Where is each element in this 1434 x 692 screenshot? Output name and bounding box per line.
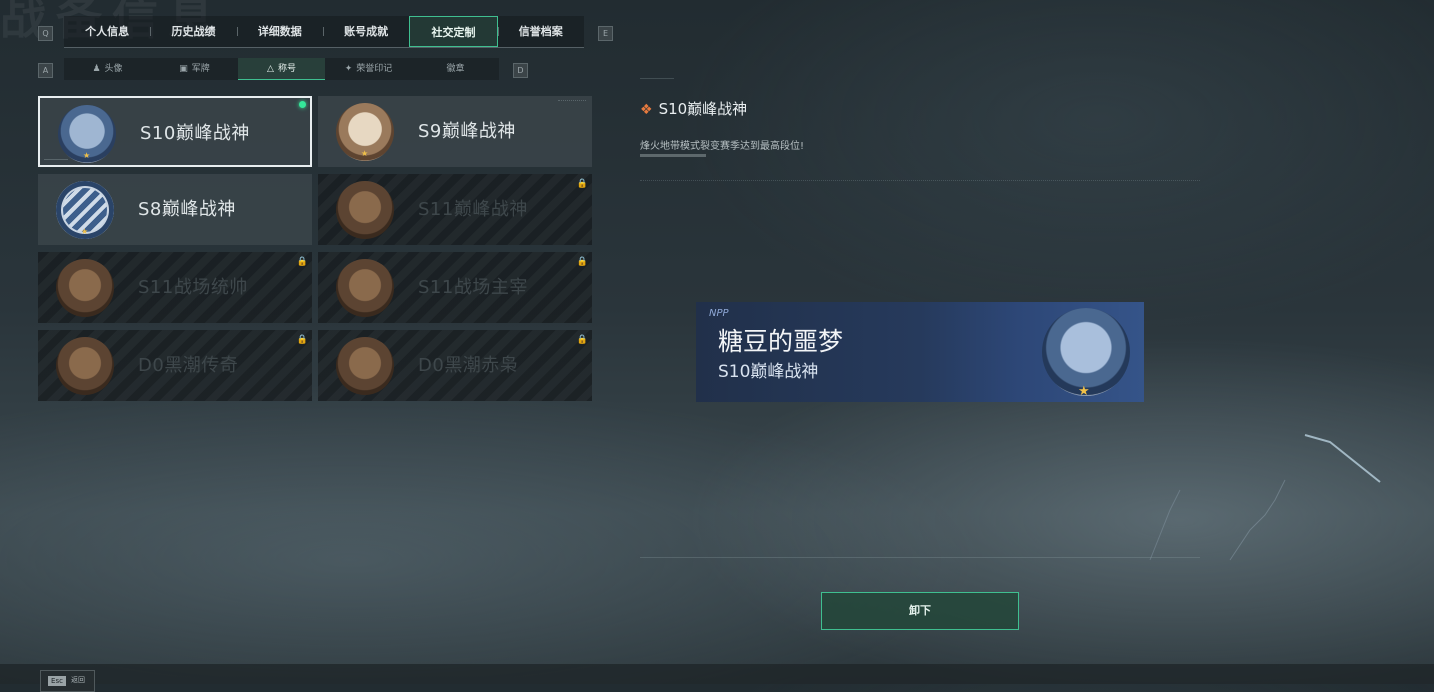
title-name: S11战场统帅 <box>138 277 248 298</box>
subtab-dogtag-label: 军牌 <box>191 64 210 74</box>
prev-subtab-key-hint: A <box>38 63 53 78</box>
person-icon: ♟ <box>92 64 101 74</box>
title-name: S10巅峰战神 <box>140 123 250 144</box>
subtab-badge[interactable]: 徽章 <box>412 58 499 80</box>
tab-personal-info[interactable]: 个人信息 <box>64 16 150 47</box>
title-card-s11-battlefield-commander[interactable]: 🔒 S11战场统帅 <box>38 252 312 323</box>
nameplate-logo: NPP <box>709 308 729 319</box>
title-card-s8-peak-god[interactable]: ★ S8巅峰战神 <box>38 174 312 245</box>
title-name: D0黑潮赤枭 <box>418 355 519 376</box>
s10-badge-icon <box>1042 308 1130 396</box>
lock-icon: 🔒 <box>576 335 588 345</box>
sub-tab-bar: ♟ 头像 ▣ 军牌 △ 称号 ✦ 荣誉印记 徽章 <box>64 58 499 80</box>
lock-icon: 🔒 <box>576 257 588 267</box>
triangle-icon: △ <box>267 64 274 74</box>
title-name: S8巅峰战神 <box>138 199 236 220</box>
detail-title-text: S10巅峰战神 <box>658 100 748 118</box>
title-name: D0黑潮传奇 <box>138 355 239 376</box>
title-card-s10-peak-god[interactable]: ★ S10巅峰战神 <box>38 96 312 167</box>
skull-badge-icon <box>336 337 394 395</box>
back-button[interactable]: Esc 返回 <box>40 670 95 692</box>
star-icon: ★ <box>361 149 369 158</box>
bottom-bar <box>0 664 1434 684</box>
esc-key-hint: Esc <box>48 676 66 686</box>
next-tab-key-hint: E <box>598 26 613 41</box>
dogtag-icon: ▣ <box>179 64 188 74</box>
arch-badge-icon <box>336 259 394 317</box>
subtab-dogtag[interactable]: ▣ 军牌 <box>151 58 238 80</box>
star-icon: ★ <box>81 227 89 236</box>
title-card-s11-battlefield-master[interactable]: 🔒 S11战场主宰 <box>318 252 592 323</box>
title-name: S11巅峰战神 <box>418 199 528 220</box>
title-card-d0-blacktide-legend[interactable]: 🔒 D0黑潮传奇 <box>38 330 312 401</box>
detail-description: 烽火地带模式裂变赛季达到最高段位! <box>640 141 805 152</box>
tab-social-customization[interactable]: 社交定制 <box>409 16 498 47</box>
lock-icon: 🔒 <box>296 335 308 345</box>
star-icon: ★ <box>83 151 91 160</box>
nameplate-title: S10巅峰战神 <box>718 362 819 382</box>
subtab-honor-mark-label: 荣誉印记 <box>356 64 393 74</box>
title-card-d0-blacktide-owl[interactable]: 🔒 D0黑潮赤枭 <box>318 330 592 401</box>
prev-tab-key-hint: Q <box>38 26 53 41</box>
main-tab-bar: 个人信息 历史战绩 详细数据 账号成就 社交定制 信誉档案 <box>64 16 584 48</box>
tab-achievements[interactable]: 账号成就 <box>322 16 409 47</box>
subtab-avatar-label: 头像 <box>104 64 123 74</box>
subtab-honor-mark[interactable]: ✦ 荣誉印记 <box>325 58 412 80</box>
subtab-title[interactable]: △ 称号 <box>238 58 325 80</box>
card-decoration <box>44 159 68 160</box>
title-name: S9巅峰战神 <box>418 121 516 142</box>
tank-badge-icon <box>56 259 114 317</box>
description-underline <box>640 154 706 157</box>
detail-title: ❖ S10巅峰战神 <box>640 98 747 119</box>
star-icon: ★ <box>1078 384 1090 399</box>
panel-divider <box>640 180 1200 181</box>
equipped-indicator <box>299 101 306 108</box>
next-subtab-key-hint: D <box>513 63 528 78</box>
diamond-icon: ❖ <box>640 102 653 118</box>
tab-detailed-data[interactable]: 详细数据 <box>236 16 323 47</box>
lock-icon: 🔒 <box>576 179 588 189</box>
hooded-figure-badge-icon <box>56 337 114 395</box>
subtab-badge-label: 徽章 <box>446 64 465 74</box>
s11-peak-badge-icon <box>336 181 394 239</box>
lightning-decoration <box>1149 434 1381 561</box>
emblem-icon: ✦ <box>344 64 353 74</box>
title-card-s11-peak-god[interactable]: 🔒 S11巅峰战神 <box>318 174 592 245</box>
panel-divider <box>640 78 674 79</box>
lock-icon: 🔒 <box>296 257 308 267</box>
nameplate-player-name: 糖豆的噩梦 <box>718 327 844 356</box>
tab-match-history[interactable]: 历史战绩 <box>150 16 236 47</box>
title-card-s9-peak-god[interactable]: ★ S9巅峰战神 <box>318 96 592 167</box>
subtab-avatar[interactable]: ♟ 头像 <box>64 58 151 80</box>
unequip-button[interactable]: 卸下 <box>821 592 1019 630</box>
subtab-title-label: 称号 <box>277 64 296 74</box>
title-name: S11战场主宰 <box>418 277 528 298</box>
card-decoration <box>558 100 586 101</box>
nameplate-preview: NPP 糖豆的噩梦 S10巅峰战神 ★ <box>696 302 1144 402</box>
tab-reputation-record[interactable]: 信誉档案 <box>497 16 584 47</box>
